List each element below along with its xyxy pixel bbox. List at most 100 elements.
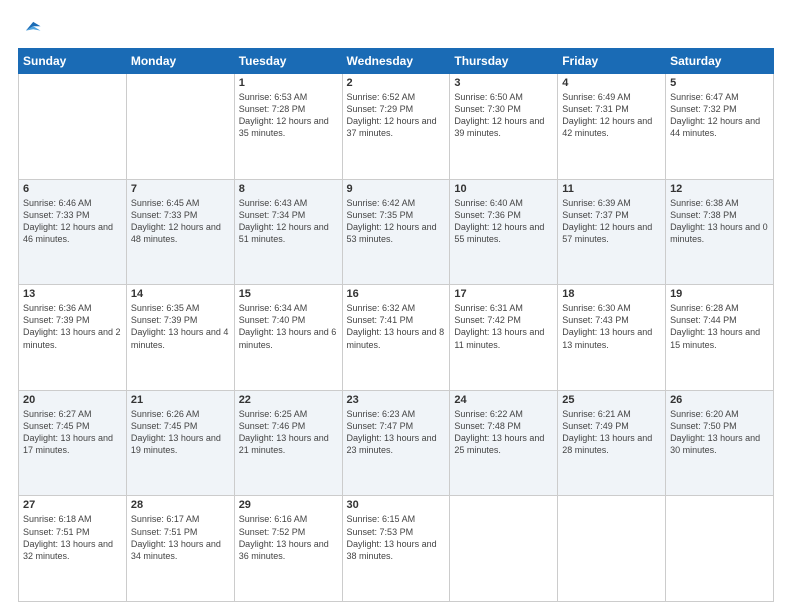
calendar-cell: 15 Sunrise: 6:34 AM Sunset: 7:40 PM Dayli… [234, 285, 342, 391]
header-sunday: Sunday [19, 49, 127, 74]
calendar-week-2: 6Sunrise: 6:46 AM Sunset: 7:33 PM Daylig… [19, 179, 774, 285]
calendar-cell: 9Sunrise: 6:42 AM Sunset: 7:35 PM Daylig… [342, 179, 450, 285]
day-number: 10 [454, 183, 553, 195]
calendar-cell: 12 Sunrise: 6:38 AM Sunset: 7:38 PM Dayli… [666, 179, 774, 285]
day-info: Sunrise: 6:47 AM Sunset: 7:32 PM Dayligh… [670, 91, 769, 140]
day-number: 1 [239, 77, 338, 89]
header-saturday: Saturday [666, 49, 774, 74]
calendar-cell: 17 Sunrise: 6:31 AM Sunset: 7:42 PM Dayli… [450, 285, 558, 391]
day-info: Sunrise: 6:23 AM Sunset: 7:47 PM Dayligh… [347, 408, 446, 457]
calendar-cell: 19 Sunrise: 6:28 AM Sunset: 7:44 PM Dayli… [666, 285, 774, 391]
day-number: 27 [23, 499, 122, 511]
calendar-cell: 1 Sunrise: 6:53 AM Sunset: 7:28 PM Daylig… [234, 74, 342, 180]
calendar-cell: 25 Sunrise: 6:21 AM Sunset: 7:49 PM Dayli… [558, 390, 666, 496]
day-info: Sunrise: 6:31 AM Sunset: 7:42 PM Dayligh… [454, 302, 553, 351]
calendar-cell: 2Sunrise: 6:52 AM Sunset: 7:29 PM Daylig… [342, 74, 450, 180]
day-info: Sunrise: 6:35 AM Sunset: 7:39 PM Dayligh… [131, 302, 230, 351]
day-info: Sunrise: 6:22 AM Sunset: 7:48 PM Dayligh… [454, 408, 553, 457]
day-info: Sunrise: 6:27 AM Sunset: 7:45 PM Dayligh… [23, 408, 122, 457]
calendar-cell: 5 Sunrise: 6:47 AM Sunset: 7:32 PM Daylig… [666, 74, 774, 180]
day-number: 5 [670, 77, 769, 89]
day-number: 16 [347, 288, 446, 300]
day-info: Sunrise: 6:40 AM Sunset: 7:36 PM Dayligh… [454, 197, 553, 246]
calendar-cell: 16 Sunrise: 6:32 AM Sunset: 7:41 PM Dayli… [342, 285, 450, 391]
day-number: 13 [23, 288, 122, 300]
day-info: Sunrise: 6:45 AM Sunset: 7:33 PM Dayligh… [131, 197, 230, 246]
day-info: Sunrise: 6:36 AM Sunset: 7:39 PM Dayligh… [23, 302, 122, 351]
calendar-cell: 20 Sunrise: 6:27 AM Sunset: 7:45 PM Dayli… [19, 390, 127, 496]
day-info: Sunrise: 6:32 AM Sunset: 7:41 PM Dayligh… [347, 302, 446, 351]
day-info: Sunrise: 6:25 AM Sunset: 7:46 PM Dayligh… [239, 408, 338, 457]
calendar-cell [126, 74, 234, 180]
calendar-cell [666, 496, 774, 602]
header-wednesday: Wednesday [342, 49, 450, 74]
day-info: Sunrise: 6:43 AM Sunset: 7:34 PM Dayligh… [239, 197, 338, 246]
header [18, 18, 774, 38]
calendar-cell: 7 Sunrise: 6:45 AM Sunset: 7:33 PM Daylig… [126, 179, 234, 285]
header-tuesday: Tuesday [234, 49, 342, 74]
calendar-week-1: 1 Sunrise: 6:53 AM Sunset: 7:28 PM Daylig… [19, 74, 774, 180]
day-number: 24 [454, 394, 553, 406]
day-number: 15 [239, 288, 338, 300]
logo-bird-icon [20, 16, 42, 38]
day-number: 12 [670, 183, 769, 195]
day-number: 25 [562, 394, 661, 406]
day-number: 19 [670, 288, 769, 300]
calendar-cell: 18 Sunrise: 6:30 AM Sunset: 7:43 PM Dayli… [558, 285, 666, 391]
day-info: Sunrise: 6:16 AM Sunset: 7:52 PM Dayligh… [239, 513, 338, 562]
calendar-cell: 27 Sunrise: 6:18 AM Sunset: 7:51 PM Dayli… [19, 496, 127, 602]
calendar-cell [450, 496, 558, 602]
day-info: Sunrise: 6:52 AM Sunset: 7:29 PM Dayligh… [347, 91, 446, 140]
day-info: Sunrise: 6:46 AM Sunset: 7:33 PM Dayligh… [23, 197, 122, 246]
day-info: Sunrise: 6:49 AM Sunset: 7:31 PM Dayligh… [562, 91, 661, 140]
day-info: Sunrise: 6:21 AM Sunset: 7:49 PM Dayligh… [562, 408, 661, 457]
calendar-week-4: 20 Sunrise: 6:27 AM Sunset: 7:45 PM Dayli… [19, 390, 774, 496]
calendar-cell: 28 Sunrise: 6:17 AM Sunset: 7:51 PM Dayli… [126, 496, 234, 602]
day-info: Sunrise: 6:17 AM Sunset: 7:51 PM Dayligh… [131, 513, 230, 562]
day-number: 22 [239, 394, 338, 406]
calendar-cell: 23Sunrise: 6:23 AM Sunset: 7:47 PM Dayli… [342, 390, 450, 496]
day-number: 20 [23, 394, 122, 406]
weekday-header-row: Sunday Monday Tuesday Wednesday Thursday… [19, 49, 774, 74]
day-info: Sunrise: 6:26 AM Sunset: 7:45 PM Dayligh… [131, 408, 230, 457]
day-info: Sunrise: 6:28 AM Sunset: 7:44 PM Dayligh… [670, 302, 769, 351]
day-info: Sunrise: 6:18 AM Sunset: 7:51 PM Dayligh… [23, 513, 122, 562]
day-info: Sunrise: 6:15 AM Sunset: 7:53 PM Dayligh… [347, 513, 446, 562]
day-info: Sunrise: 6:20 AM Sunset: 7:50 PM Dayligh… [670, 408, 769, 457]
day-info: Sunrise: 6:30 AM Sunset: 7:43 PM Dayligh… [562, 302, 661, 351]
day-info: Sunrise: 6:53 AM Sunset: 7:28 PM Dayligh… [239, 91, 338, 140]
calendar-cell: 26 Sunrise: 6:20 AM Sunset: 7:50 PM Dayli… [666, 390, 774, 496]
day-number: 28 [131, 499, 230, 511]
day-number: 9 [347, 183, 446, 195]
day-number: 29 [239, 499, 338, 511]
calendar-cell: 14 Sunrise: 6:35 AM Sunset: 7:39 PM Dayli… [126, 285, 234, 391]
page: Sunday Monday Tuesday Wednesday Thursday… [0, 0, 792, 612]
calendar-cell: 8 Sunrise: 6:43 AM Sunset: 7:34 PM Daylig… [234, 179, 342, 285]
day-number: 14 [131, 288, 230, 300]
day-number: 17 [454, 288, 553, 300]
calendar-cell: 10 Sunrise: 6:40 AM Sunset: 7:36 PM Dayli… [450, 179, 558, 285]
calendar-cell: 30Sunrise: 6:15 AM Sunset: 7:53 PM Dayli… [342, 496, 450, 602]
day-info: Sunrise: 6:34 AM Sunset: 7:40 PM Dayligh… [239, 302, 338, 351]
day-number: 18 [562, 288, 661, 300]
day-info: Sunrise: 6:39 AM Sunset: 7:37 PM Dayligh… [562, 197, 661, 246]
calendar-cell: 4 Sunrise: 6:49 AM Sunset: 7:31 PM Daylig… [558, 74, 666, 180]
calendar-cell [19, 74, 127, 180]
header-thursday: Thursday [450, 49, 558, 74]
day-info: Sunrise: 6:50 AM Sunset: 7:30 PM Dayligh… [454, 91, 553, 140]
day-number: 8 [239, 183, 338, 195]
calendar-table: Sunday Monday Tuesday Wednesday Thursday… [18, 48, 774, 602]
header-friday: Friday [558, 49, 666, 74]
day-number: 4 [562, 77, 661, 89]
calendar-cell: 13 Sunrise: 6:36 AM Sunset: 7:39 PM Dayli… [19, 285, 127, 391]
calendar-cell [558, 496, 666, 602]
day-number: 26 [670, 394, 769, 406]
day-info: Sunrise: 6:38 AM Sunset: 7:38 PM Dayligh… [670, 197, 769, 246]
calendar-cell: 6Sunrise: 6:46 AM Sunset: 7:33 PM Daylig… [19, 179, 127, 285]
calendar-week-3: 13 Sunrise: 6:36 AM Sunset: 7:39 PM Dayli… [19, 285, 774, 391]
logo [18, 18, 42, 38]
calendar-cell: 3Sunrise: 6:50 AM Sunset: 7:30 PM Daylig… [450, 74, 558, 180]
day-number: 11 [562, 183, 661, 195]
day-number: 7 [131, 183, 230, 195]
day-number: 21 [131, 394, 230, 406]
